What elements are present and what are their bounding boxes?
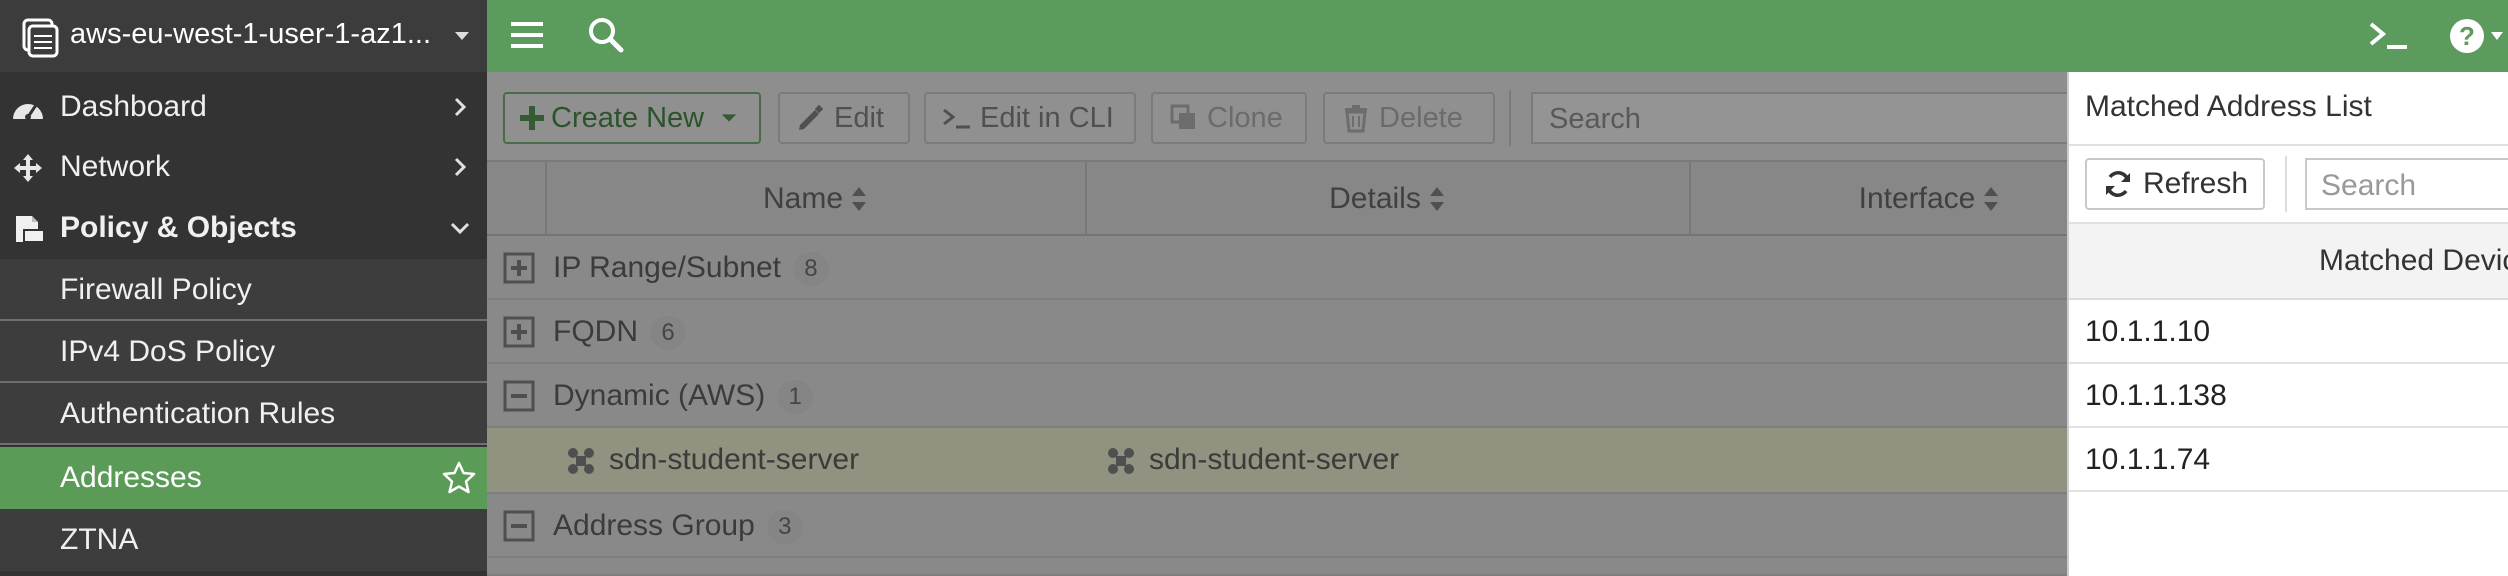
network-icon xyxy=(14,154,42,182)
caret-down-icon xyxy=(455,32,469,40)
sidebar-item-policy-objects[interactable]: Policy & Objects xyxy=(0,198,487,258)
chevron-down-icon xyxy=(450,222,470,235)
dashboard-icon xyxy=(13,104,43,120)
star-favorite-icon[interactable] xyxy=(442,461,476,495)
vdom-selector[interactable]: aws-eu-west-1-user-1-az1... xyxy=(0,0,487,72)
refresh-label: Refresh xyxy=(2143,167,2249,200)
vdom-title: aws-eu-west-1-user-1-az1... xyxy=(70,18,431,50)
sidebar-item-label: Dashboard xyxy=(60,90,207,123)
chevron-right-icon xyxy=(454,97,467,117)
address-row[interactable]: 10.1.1.138 xyxy=(2069,364,2508,428)
panel-toolbar: Refresh Search xyxy=(2069,144,2508,224)
svg-text:?: ? xyxy=(2459,21,2475,51)
sidebar-item-label: ZTNA xyxy=(60,523,139,556)
matched-address-panel: Matched Address List Refresh Search Matc… xyxy=(2067,72,2508,576)
address-row[interactable]: 10.1.1.10 xyxy=(2069,300,2508,364)
sidebar: aws-eu-west-1-user-1-az1... Dashboard Ne… xyxy=(0,0,487,576)
column-header-matched-devices[interactable]: Matched Devic xyxy=(2319,244,2508,278)
panel-search-input[interactable]: Search xyxy=(2305,158,2508,210)
search-icon[interactable] xyxy=(587,16,625,54)
sidebar-item-label: Authentication Rules xyxy=(60,397,336,430)
sidebar-item-network[interactable]: Network xyxy=(0,137,487,197)
sidebar-item-ipv4-dos-policy[interactable]: IPv4 DoS Policy xyxy=(0,321,487,383)
chevron-right-icon xyxy=(454,157,467,177)
panel-toolbar-divider xyxy=(2285,156,2287,212)
help-icon[interactable]: ? xyxy=(2447,14,2505,58)
panel-title: Matched Address List xyxy=(2085,90,2372,123)
sidebar-item-label: Policy & Objects xyxy=(60,211,297,244)
sidebar-item-label: Firewall Policy xyxy=(60,273,252,306)
address-row[interactable]: 10.1.1.74 xyxy=(2069,428,2508,492)
policy-objects-icon xyxy=(16,216,45,243)
vdom-device-icon xyxy=(22,18,59,58)
sidebar-item-authentication-rules[interactable]: Authentication Rules xyxy=(0,383,487,445)
cli-console-icon[interactable] xyxy=(2369,20,2409,52)
top-bar: ? xyxy=(487,0,2508,72)
refresh-button[interactable]: Refresh xyxy=(2085,158,2265,210)
sidebar-item-label: Addresses xyxy=(60,461,202,494)
sidebar-item-addresses[interactable]: Addresses xyxy=(0,447,487,509)
panel-table-header: Matched Devic xyxy=(2069,224,2508,300)
sidebar-item-label: Network xyxy=(60,150,171,183)
sidebar-item-dashboard[interactable]: Dashboard xyxy=(0,77,487,137)
sidebar-item-ztna[interactable]: ZTNA xyxy=(0,509,487,571)
menu-icon[interactable] xyxy=(511,20,543,50)
sidebar-item-label: IPv4 DoS Policy xyxy=(60,335,276,368)
refresh-icon xyxy=(2106,171,2130,197)
sidebar-item-firewall-policy[interactable]: Firewall Policy xyxy=(0,259,487,321)
